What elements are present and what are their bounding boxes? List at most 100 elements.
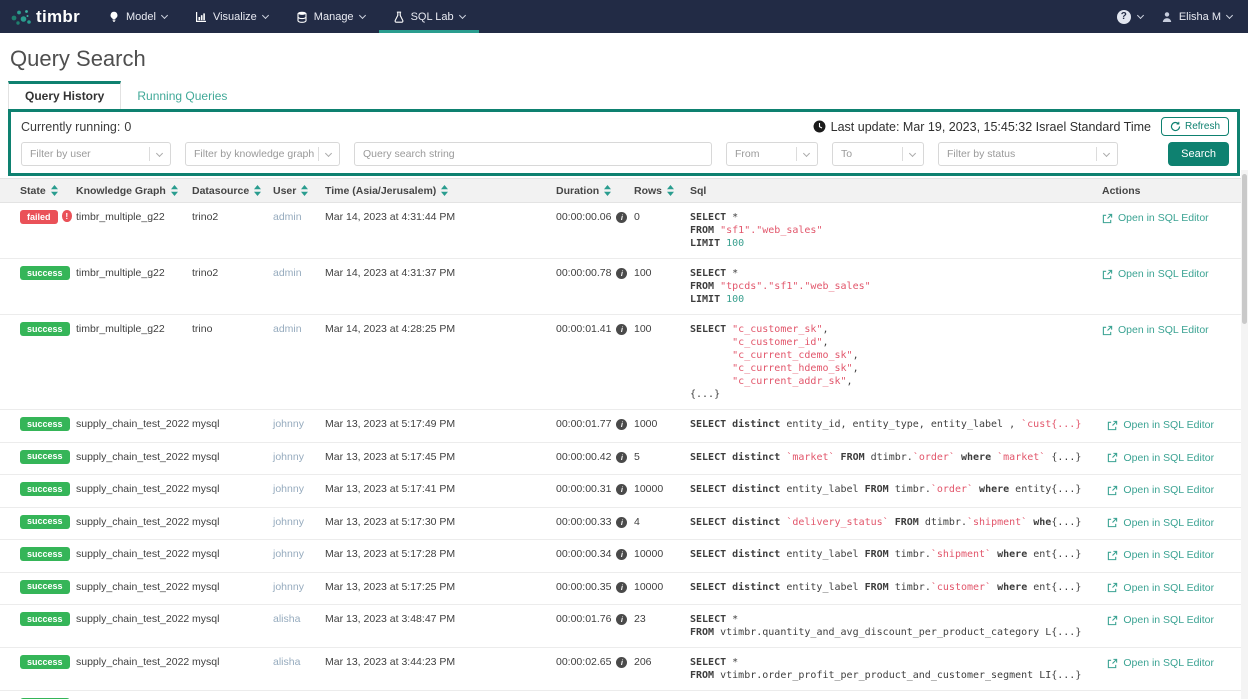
user-cell: admin [273, 259, 325, 287]
info-icon[interactable]: i [616, 268, 627, 279]
refresh-button[interactable]: Refresh [1161, 117, 1229, 136]
time-cell: Mar 13, 2023 at 3:26:53 PM [325, 691, 556, 699]
knowledge-graph-cell: supply_chain_test_2022 [76, 475, 192, 503]
status-badge: success [20, 612, 70, 626]
rows-cell: 206 [634, 648, 690, 676]
column-header-user[interactable]: User [273, 185, 325, 197]
open-in-sql-editor-link[interactable]: Open in SQL Editor [1107, 548, 1214, 561]
open-in-sql-editor-link[interactable]: Open in SQL Editor [1107, 581, 1214, 594]
user-menu[interactable]: Elisha M [1161, 11, 1232, 23]
time-cell: Mar 14, 2023 at 4:28:25 PM [325, 315, 556, 343]
knowledge-graph-cell: supply_chain_test_2022 [76, 573, 192, 601]
info-icon[interactable]: i [616, 419, 627, 430]
datasource-cell: trino2 [192, 259, 273, 287]
user-cell: sctest210 [273, 691, 325, 699]
rows-cell: 23 [634, 605, 690, 633]
time-cell: Mar 13, 2023 at 5:17:41 PM [325, 475, 556, 503]
knowledge-graph-cell: supply_chain_test_2022 [76, 508, 192, 536]
nav-item-label: Model [126, 11, 156, 23]
open-in-sql-editor-link[interactable]: Open in SQL Editor [1102, 267, 1209, 280]
duration-cell: 00:00:00.42i [556, 443, 634, 471]
timbr-logo-icon [10, 6, 32, 28]
info-icon[interactable]: i [616, 517, 627, 528]
info-icon[interactable]: i [616, 582, 627, 593]
duration-cell: 00:00:00.06i [556, 203, 634, 231]
external-link-icon [1107, 550, 1118, 561]
column-header-state[interactable]: State [20, 185, 76, 197]
duration-cell: 00:00:00.78i [556, 259, 634, 287]
nav-item-visualize[interactable]: Visualize [181, 0, 282, 33]
to-date-select[interactable]: To [832, 142, 924, 166]
table-row: successtimbr_multiple_g22trinoadminMar 1… [0, 315, 1248, 410]
column-header-duration[interactable]: Duration [556, 185, 634, 197]
info-icon[interactable]: i [616, 614, 627, 625]
user-cell: alisha [273, 648, 325, 676]
help-menu[interactable]: ? [1117, 10, 1143, 24]
tab-query-history[interactable]: Query History [8, 81, 121, 109]
from-date-select[interactable]: From [726, 142, 818, 166]
search-button[interactable]: Search [1168, 142, 1229, 166]
column-header-knowledge-graph[interactable]: Knowledge Graph [76, 185, 192, 197]
table-row: successsupply_chain_test_2022mysqlalisha… [0, 648, 1248, 691]
open-in-sql-editor-link[interactable]: Open in SQL Editor [1107, 613, 1214, 626]
sort-icon[interactable] [604, 185, 611, 196]
open-in-sql-editor-link[interactable]: Open in SQL Editor [1102, 323, 1209, 336]
filter-status-select[interactable]: Filter by status [938, 142, 1118, 166]
open-in-sql-editor-link[interactable]: Open in SQL Editor [1107, 516, 1214, 529]
open-in-sql-editor-link[interactable]: Open in SQL Editor [1102, 211, 1209, 224]
info-icon[interactable]: i [616, 212, 627, 223]
sort-icon[interactable] [667, 185, 674, 196]
tab-running-queries[interactable]: Running Queries [121, 82, 243, 109]
sort-icon[interactable] [51, 185, 58, 196]
column-header-time-asia-jerusalem-[interactable]: Time (Asia/Jerusalem) [325, 185, 556, 197]
rows-cell: 5 [634, 443, 690, 471]
rows-cell: 10000 [634, 573, 690, 601]
info-icon[interactable]: i [616, 324, 627, 335]
nav-item-manage[interactable]: Manage [282, 0, 379, 33]
chevron-down-icon [161, 11, 168, 18]
sort-icon[interactable] [171, 185, 178, 196]
table-row: successsupply_chain_test_2022mysqlalisha… [0, 605, 1248, 648]
scrollbar-track[interactable] [1241, 170, 1248, 699]
query-search-input[interactable] [354, 142, 712, 166]
timbr-logo[interactable]: timbr [0, 0, 94, 33]
sort-icon[interactable] [254, 185, 261, 196]
external-link-icon [1107, 420, 1118, 431]
open-in-sql-editor-link[interactable]: Open in SQL Editor [1107, 483, 1214, 496]
info-icon[interactable]: i [616, 549, 627, 560]
column-header-sql: Sql [690, 185, 1102, 197]
rows-cell: 10000 [634, 475, 690, 503]
knowledge-graph-cell: timbr_multiple_g22 [76, 259, 192, 287]
open-in-sql-editor-link[interactable]: Open in SQL Editor [1107, 418, 1214, 431]
rows-cell: 4 [634, 508, 690, 536]
status-badge: success [20, 266, 70, 280]
help-icon: ? [1117, 10, 1131, 24]
sql-cell: SELECT *FROM vtimbr.order_profit_per_pro… [690, 648, 1107, 690]
datasource-cell: mysql [192, 475, 273, 503]
info-icon[interactable]: i [616, 657, 627, 668]
chevron-down-icon [325, 149, 332, 156]
open-in-sql-editor-link[interactable]: Open in SQL Editor [1107, 451, 1214, 464]
column-header-rows[interactable]: Rows [634, 185, 690, 197]
error-icon[interactable]: ! [62, 210, 72, 222]
open-in-sql-editor-link[interactable]: Open in SQL Editor [1107, 656, 1214, 669]
brand-name: timbr [36, 7, 80, 27]
sort-icon[interactable] [301, 185, 308, 196]
external-link-icon [1102, 269, 1113, 280]
rows-cell: 100 [634, 315, 690, 343]
duration-cell: 00:00:01.77i [556, 410, 634, 438]
nav-item-sql-lab[interactable]: SQL Lab [379, 0, 479, 33]
duration-cell: 00:00:00.31i [556, 475, 634, 503]
info-icon[interactable]: i [616, 452, 627, 463]
sql-cell: SELECT distinct `market` FROM dtimbr.`or… [690, 443, 1107, 472]
sort-icon[interactable] [441, 185, 448, 196]
info-icon[interactable]: i [616, 484, 627, 495]
knowledge-graph-cell: timbr_multiple_g22 [76, 315, 192, 343]
datasource-cell: mysql [192, 605, 273, 633]
column-header-datasource[interactable]: Datasource [192, 185, 273, 197]
filter-user-select[interactable]: Filter by user [21, 142, 171, 166]
duration-cell: 00:00:01.76i [556, 605, 634, 633]
nav-item-model[interactable]: Model [94, 0, 181, 33]
scrollbar-thumb[interactable] [1242, 174, 1247, 324]
filter-knowledge-graph-select[interactable]: Filter by knowledge graph [185, 142, 340, 166]
